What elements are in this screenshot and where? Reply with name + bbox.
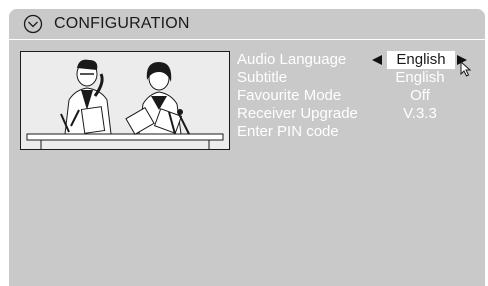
- menu-item-favourite-mode[interactable]: Favourite Mode Off: [237, 87, 477, 105]
- menu-item-subtitle[interactable]: Subtitle English: [237, 69, 477, 87]
- title-bar: CONFIGURATION: [9, 9, 485, 40]
- arrow-left-icon[interactable]: [372, 55, 382, 65]
- menu-item-value: V.3.3: [403, 105, 437, 122]
- menu-item-label: Enter PIN code: [237, 123, 339, 140]
- menu-item-label: Receiver Upgrade: [237, 105, 358, 122]
- menu-item-value: Off: [410, 87, 430, 104]
- page-title: CONFIGURATION: [54, 15, 190, 32]
- configuration-window: CONFIGURATION Audio Language English Sub…: [9, 9, 485, 286]
- menu-item-label: Audio Language: [237, 51, 347, 68]
- news-anchors-illustration: [21, 52, 229, 149]
- menu-item-enter-pin-code[interactable]: Enter PIN code: [237, 123, 477, 141]
- preview-image: [20, 51, 230, 150]
- menu-item-receiver-upgrade[interactable]: Receiver Upgrade V.3.3: [237, 105, 477, 123]
- menu-item-value: English: [395, 69, 445, 86]
- menu-item-audio-language[interactable]: Audio Language English: [237, 51, 477, 77]
- menu-item-label: Favourite Mode: [237, 87, 342, 104]
- chevron-circle-down-icon: [23, 14, 43, 34]
- menu-item-label: Subtitle: [237, 69, 288, 86]
- menu-item-value[interactable]: English: [387, 51, 455, 69]
- configuration-menu: Audio Language English Subtitle English …: [237, 51, 477, 141]
